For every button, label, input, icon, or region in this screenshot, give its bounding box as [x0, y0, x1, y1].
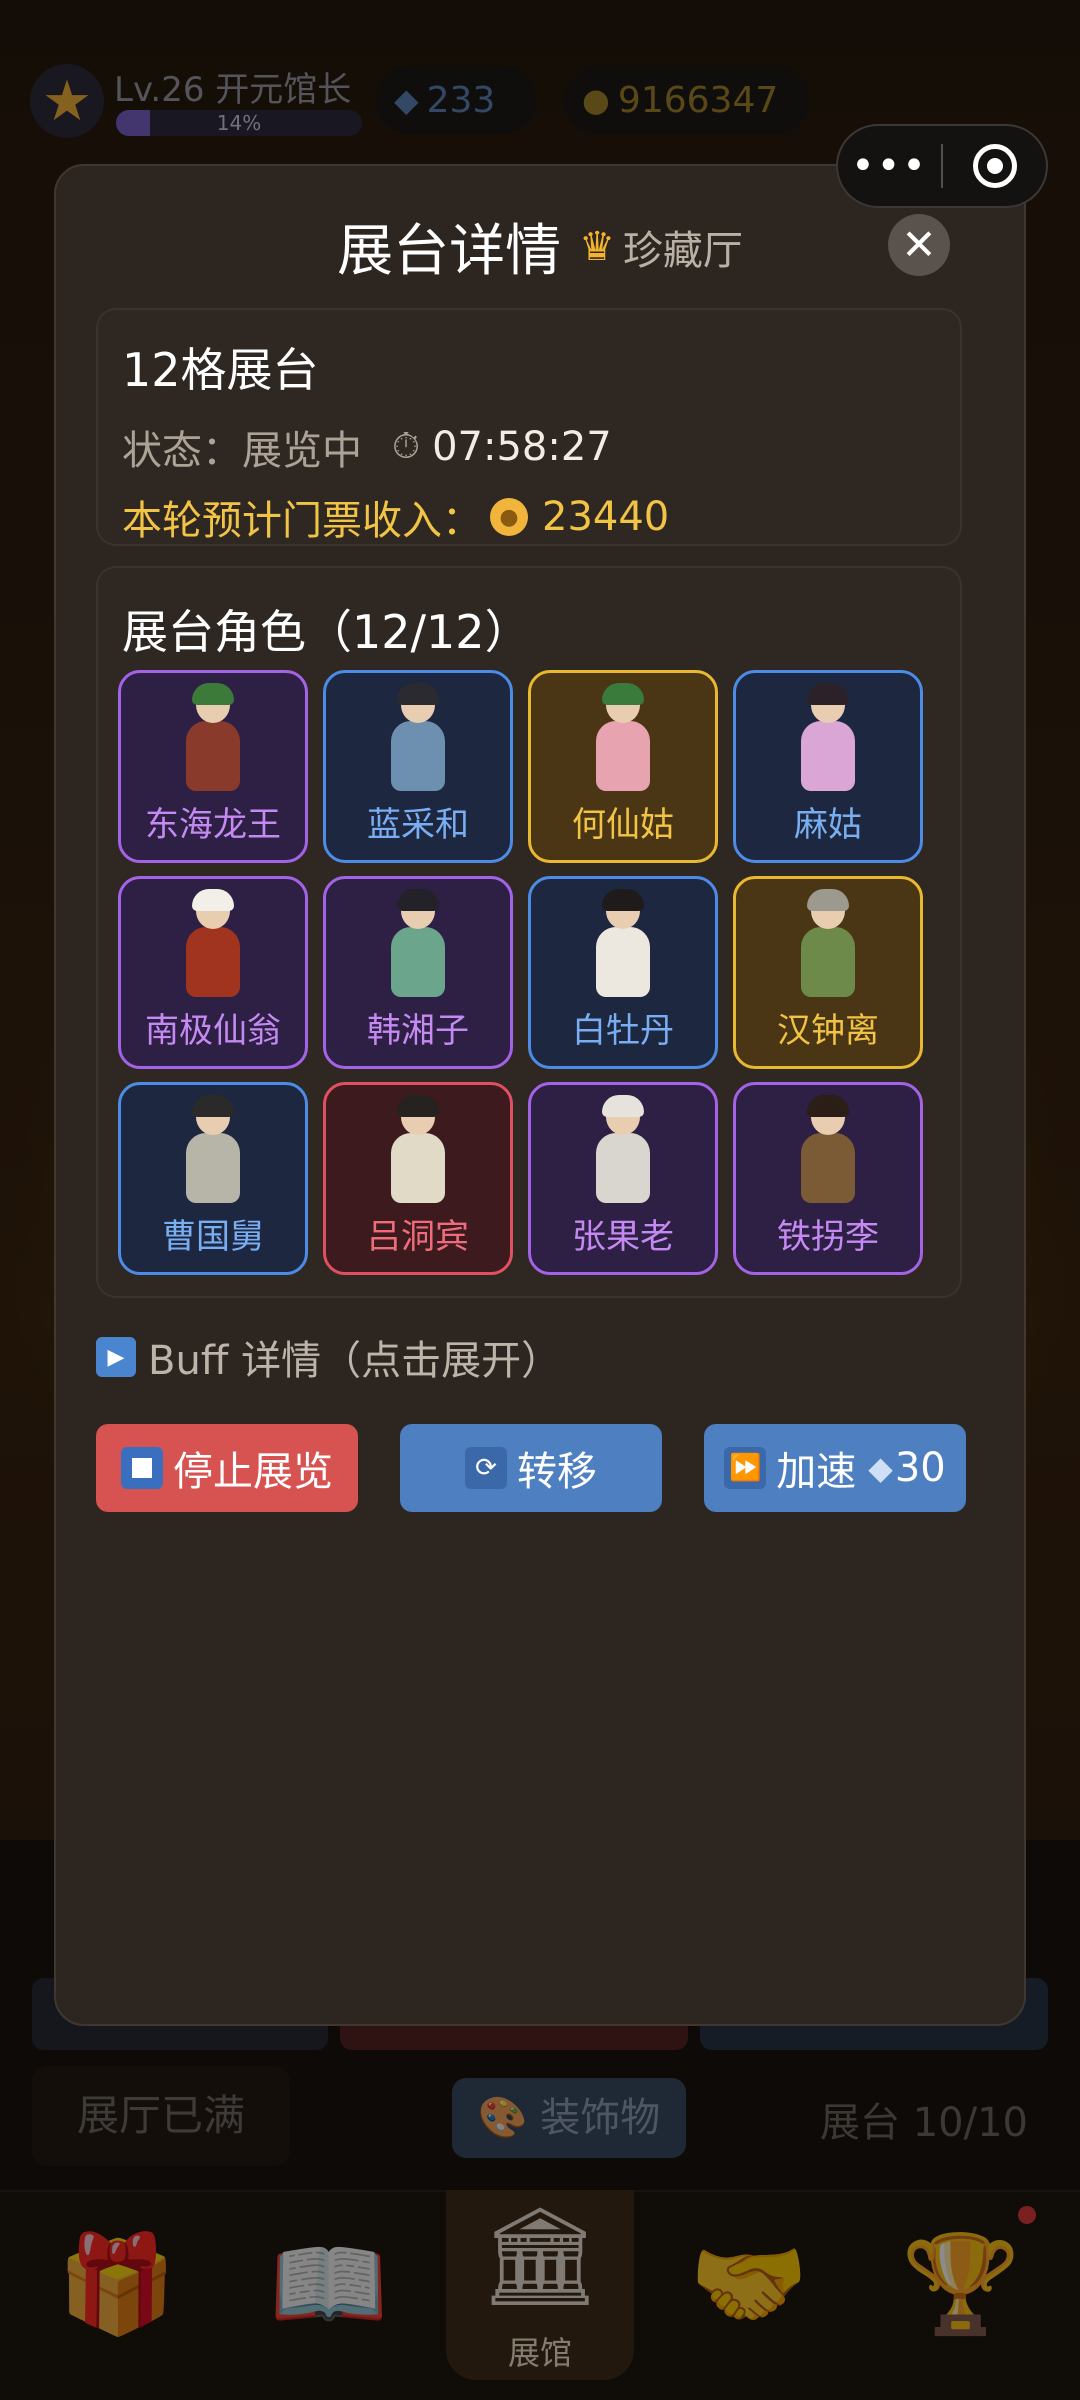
role-figure [182, 1095, 244, 1203]
income-label: 本轮预计门票收入： [122, 498, 482, 544]
buff-details-toggle[interactable]: ▶ Buff 详情（点击展开） [96, 1328, 561, 1386]
diamond-icon: ◆ [868, 1449, 893, 1487]
role-figure [592, 683, 654, 791]
status-label: 状态： [122, 428, 242, 474]
role-figure [592, 1095, 654, 1203]
role-tile[interactable]: 何仙姑 [528, 670, 718, 863]
role-figure [387, 683, 449, 791]
role-name: 张果老 [572, 1217, 674, 1257]
close-icon: ✕ [901, 220, 937, 269]
stop-icon [121, 1447, 163, 1489]
role-tile[interactable]: 白牡丹 [528, 876, 718, 1069]
role-tile[interactable]: 南极仙翁 [118, 876, 308, 1069]
modal-title: 展台详情 [337, 219, 562, 284]
close-mini-program-button[interactable] [943, 144, 1046, 188]
role-figure [387, 1095, 449, 1203]
speed-up-button[interactable]: ⏩ 加速 ◆ 30 [704, 1424, 966, 1512]
coin-icon: ● [490, 498, 528, 536]
countdown-timer: 07:58:27 [432, 424, 612, 470]
role-tile[interactable]: 张果老 [528, 1082, 718, 1275]
role-name: 铁拐李 [777, 1217, 879, 1257]
exhibit-detail-modal: 展台详情 ♛ 珍藏厅 ✕ 12格展台 状态： 展览中 ⏱ 07:58:27 本轮预计… [54, 164, 1026, 2026]
hall-name: 珍藏厅 [622, 227, 743, 274]
role-name: 曹国舅 [162, 1217, 264, 1257]
role-figure [797, 1095, 859, 1203]
close-button[interactable]: ✕ [888, 214, 950, 276]
modal-header: 展台详情 ♛ 珍藏厅 [56, 206, 1024, 286]
transfer-button[interactable]: ⟳ 转移 [400, 1424, 662, 1512]
status-row: 状态： 展览中 ⏱ 07:58:27 [122, 418, 936, 476]
role-figure [387, 889, 449, 997]
role-tile[interactable]: 蓝采和 [323, 670, 513, 863]
role-tile[interactable]: 麻姑 [733, 670, 923, 863]
role-name: 南极仙翁 [145, 1011, 281, 1051]
role-tile[interactable]: 汉钟离 [733, 876, 923, 1069]
role-figure [182, 889, 244, 997]
role-name: 汉钟离 [777, 1011, 879, 1051]
target-icon [972, 144, 1017, 188]
role-name: 东海龙王 [145, 805, 281, 845]
income-row: 本轮预计门票收入： ● 23440 [122, 488, 936, 546]
transfer-label: 转移 [517, 1449, 597, 1495]
role-name: 麻姑 [794, 805, 862, 845]
speed-cost: 30 [894, 1445, 946, 1491]
stop-label: 停止展览 [173, 1449, 333, 1495]
stopwatch-icon: ⏱ [392, 426, 421, 467]
role-tile[interactable]: 韩湘子 [323, 876, 513, 1069]
income-value: 23440 [542, 494, 670, 540]
refresh-icon: ⟳ [465, 1447, 507, 1489]
role-tile[interactable]: 吕洞宾 [323, 1082, 513, 1275]
role-name: 吕洞宾 [367, 1217, 469, 1257]
role-name: 韩湘子 [367, 1011, 469, 1051]
role-tile[interactable]: 铁拐李 [733, 1082, 923, 1275]
status-value: 展览中 [242, 428, 362, 474]
fast-forward-icon: ⏩ [724, 1447, 767, 1489]
mini-program-capsule: ••• [836, 124, 1048, 208]
speed-label: 加速 [776, 1449, 857, 1495]
role-name: 何仙姑 [572, 805, 674, 845]
roles-title: 展台角色（12/12） [122, 605, 531, 659]
exhibit-name: 12格展台 [122, 343, 319, 397]
stop-exhibition-button[interactable]: 停止展览 [96, 1424, 358, 1512]
role-figure [592, 889, 654, 997]
buff-label: Buff 详情（点击展开） [148, 1338, 562, 1384]
role-name: 白牡丹 [572, 1011, 674, 1051]
role-tile[interactable]: 曹国舅 [118, 1082, 308, 1275]
exhibit-roles-card: 展台角色（12/12） 东海龙王 蓝采和 何仙姑 麻姑南极仙翁 韩湘子 白牡丹 汉钟离曹国舅… [96, 566, 962, 1298]
role-tile[interactable]: 东海龙王 [118, 670, 308, 863]
more-menu-icon[interactable]: ••• [838, 124, 941, 208]
role-figure [182, 683, 244, 791]
exhibit-info-card: 12格展台 状态： 展览中 ⏱ 07:58:27 本轮预计门票收入： ● 234… [96, 308, 962, 546]
role-name: 蓝采和 [367, 805, 469, 845]
crown-icon: ♛ [579, 223, 615, 270]
role-figure [797, 889, 859, 997]
play-icon: ▶ [96, 1337, 136, 1377]
role-figure [797, 683, 859, 791]
